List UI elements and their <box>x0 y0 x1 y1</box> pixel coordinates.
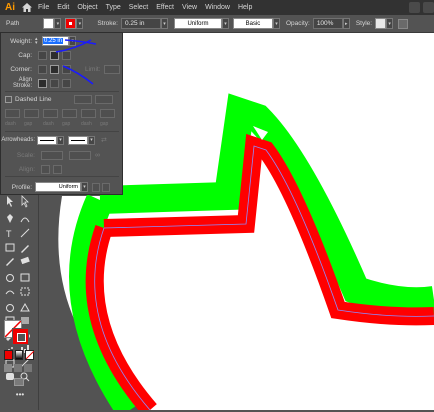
annotation-arrow-corner <box>62 65 94 85</box>
annotation-arrow-weight <box>64 39 97 45</box>
annotation-overlay <box>55 39 97 85</box>
